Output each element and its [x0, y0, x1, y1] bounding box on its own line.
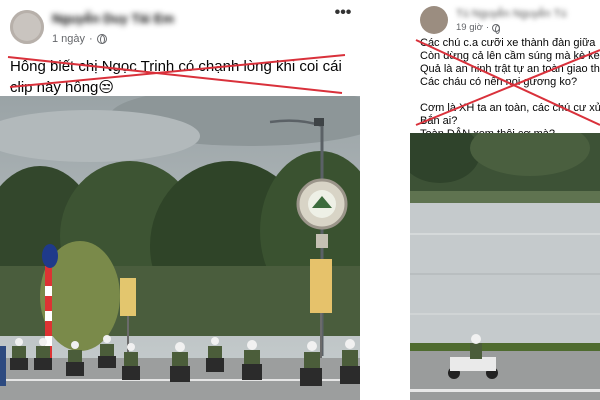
post-meta: 19 giờ · [456, 22, 501, 34]
motorcade-scene-image [0, 96, 360, 400]
post-caption: Hông biết chị Ngọc Trinh có chạnh lòng k… [10, 56, 358, 98]
caption-line: Còn dừng cả lên cầm súng mà kè kè [420, 50, 600, 62]
caption-line: Cơm là XH ta an toàn, các chú cư xử [420, 102, 600, 114]
facebook-post-left: Nguyễn Duy Tài Em 1 ngày · ••• Hông biết… [0, 0, 365, 400]
post-photo[interactable] [410, 133, 600, 400]
more-options-button[interactable]: ••• [330, 5, 356, 24]
meta-dot: · [485, 22, 490, 33]
post-caption: Các chú c.a cưỡi xe thành đàn giữa Còn d… [420, 37, 600, 141]
globe-icon [96, 34, 107, 44]
facebook-post-right: Tú Nguyễn Nguyễn Tú 19 giờ · Các chú c.a… [410, 0, 600, 400]
more-options-icon: ••• [334, 4, 352, 21]
author-name[interactable]: Tú Nguyễn Nguyễn Tú [456, 8, 596, 20]
caption-line: Các cháu có nên noi gương ko? [420, 76, 578, 88]
collage-gap [365, 0, 410, 400]
author-name[interactable]: Nguyễn Duy Tài Em [52, 11, 192, 26]
avatar[interactable] [10, 10, 44, 44]
caption-line: Bắn ai? [420, 115, 458, 127]
post-time[interactable]: 1 ngày [52, 33, 85, 45]
post-time[interactable]: 19 giờ [456, 22, 483, 33]
caption-line: clip này hông😒 [10, 79, 115, 96]
caption-line: Quả là an ninh trật tự an toàn giao thôn… [420, 63, 600, 75]
avatar[interactable] [420, 6, 448, 34]
globe-icon [492, 23, 501, 34]
post-photo[interactable] [0, 96, 360, 400]
meta-dot: · [89, 33, 93, 45]
caption-line: Hông biết chị Ngọc Trinh có chạnh lòng k… [10, 58, 342, 75]
post-meta: 1 ngày · [52, 32, 107, 46]
lake-motorcycle-image [410, 133, 600, 400]
caption-line: Các chú c.a cưỡi xe thành đàn giữa [420, 37, 596, 49]
